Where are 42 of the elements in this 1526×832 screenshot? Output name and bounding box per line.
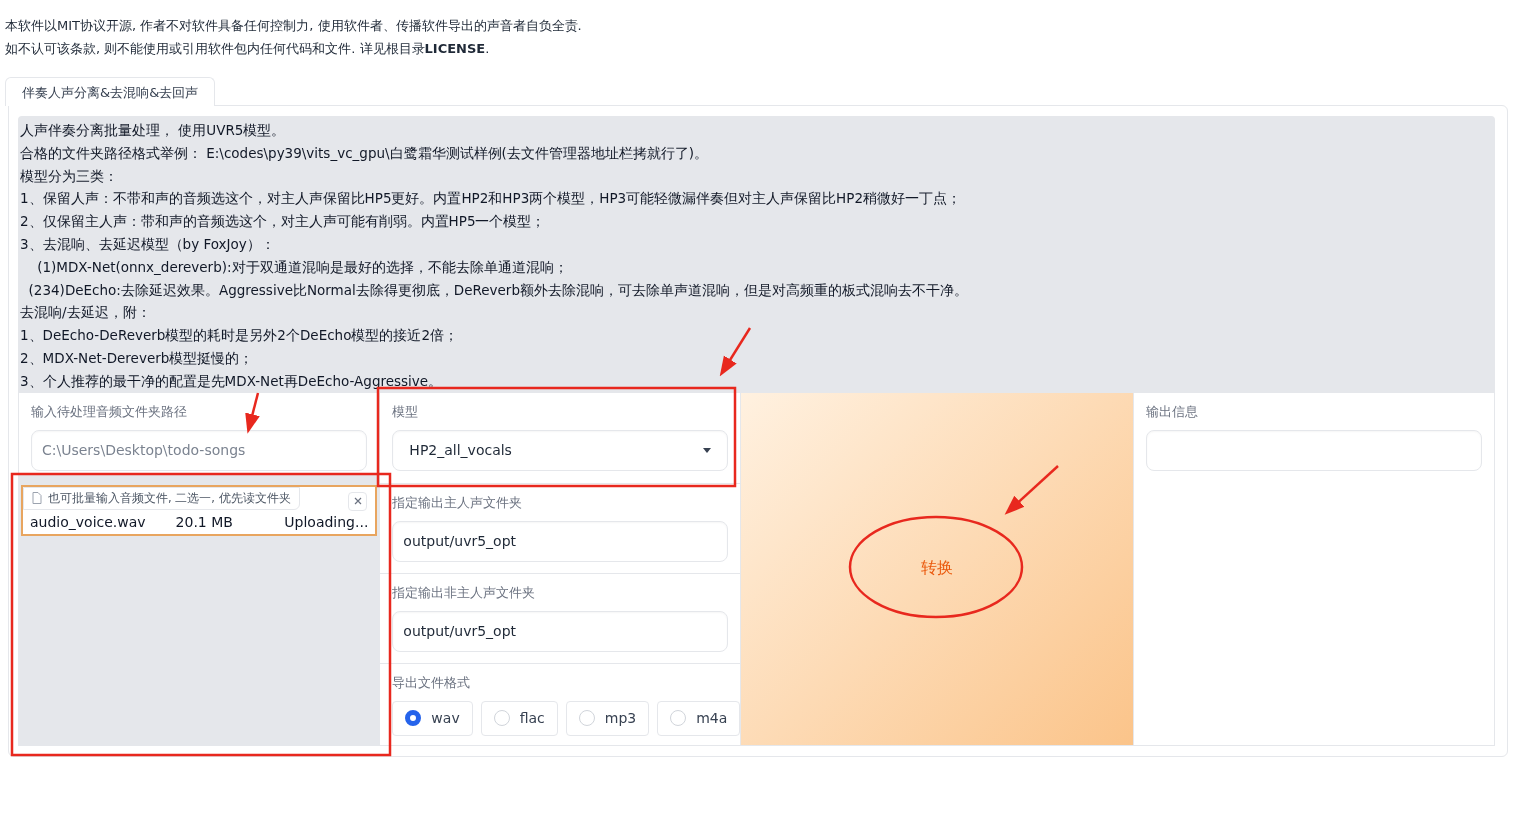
folder-path-field[interactable]: C:\Users\Desktop\todo-songs <box>31 429 368 471</box>
info-text: (1)MDX-Net(onnx_dereverb):对于双通道混响是最好的选择，不能去除单通道混响； <box>36 257 569 277</box>
annotation-arrow <box>719 327 752 377</box>
info-text: 3、去混响、去延迟模型（by FoxJoy）： <box>20 235 276 254</box>
upload-label-text: 也可批量输入音频文件, 二选一, 优先读文件夹 <box>48 490 291 506</box>
info-text: 2、MDX-Net-Dereverb模型挺慢的； <box>20 348 255 368</box>
field-label: 指定输出主人声文件夹 <box>392 493 524 512</box>
info-text: 1、保留人声：不带和声的音频选这个，对主人声保留比HP5更好。内置HP2和HP3两个模型，HP3可能轻微漏伴奏但对主人声保留比HP2稍微好一丁点； <box>20 189 962 209</box>
info-text: 1、DeEcho-DeReverb模型的耗时是另外2个DeEcho模型的接近2倍； <box>20 326 460 346</box>
format-option[interactable]: flac <box>480 700 558 736</box>
field-label: 输出信息 <box>1145 402 1199 421</box>
info-text: 合格的文件夹路径格式举例： E:\codes\py39\vits_vc_gpu\白鹭霜华测试样例(去文件管理器地址栏拷就行了)。 <box>20 143 710 163</box>
annotation-arrow <box>1004 465 1059 515</box>
file-size: 20.1 MB <box>175 513 233 530</box>
field-label: 输入待处理音频文件夹路径 <box>31 402 188 421</box>
text-field[interactable]: output/uvr5_opt <box>392 520 729 562</box>
file-upload-area[interactable]: 也可批量输入音频文件, 二选一, 优先读文件夹 audio_voice.wav 20.1 MB Uploading... <box>19 474 380 745</box>
info-text: 2、仅保留主人声：带和声的音频选这个，对主人声可能有削弱。内置HP5一个模型； <box>20 212 547 232</box>
model-dropdown[interactable]: HP2_all_vocals <box>392 429 729 471</box>
info-text: 人声伴奏分离批量处理， 使用UVR5模型。 <box>20 121 287 140</box>
file-icon <box>32 492 42 505</box>
close-icon <box>353 497 362 506</box>
file-name: audio_voice.wav <box>30 513 146 530</box>
caret-icon <box>703 447 712 453</box>
close-button[interactable] <box>348 491 368 511</box>
license-notice: 如不认可该条款, 则不能使用或引用软件包内任何代码和文件. 详见根目录LICENSE. <box>5 40 491 58</box>
field-label: 指定输出非主人声文件夹 <box>392 583 537 602</box>
annotation-arrow <box>245 392 260 434</box>
field-label: 模型 <box>392 402 420 421</box>
dropdown-value: HP2_all_vocals <box>409 442 512 459</box>
field-label: 导出文件格式 <box>392 673 472 692</box>
tab[interactable]: 伴奏人声分离&去混响&去回声 <box>5 77 216 106</box>
radio-icon[interactable] <box>405 710 422 727</box>
format-option[interactable]: mp3 <box>565 700 650 736</box>
info-text: 模型分为三类： <box>20 166 119 186</box>
upload-status: Uploading... <box>284 513 369 530</box>
info-text: (234)DeEcho:去除延迟效果。Aggressive比Normal去除得更彻底，DeReverb额外去除混响，可去除单声道混响，但是对高频重的板式混响去不干净。 <box>27 280 969 300</box>
format-option[interactable]: wav <box>392 700 473 736</box>
info-text: 去混响/去延迟，附： <box>20 303 152 323</box>
format-option[interactable]: m4a <box>657 700 741 736</box>
license-notice: 本软件以MIT协议开源, 作者不对软件具备任何控制力, 使用软件者、传播软件导出的声音者自负全责. <box>5 17 583 35</box>
text-field[interactable]: output/uvr5_opt <box>392 610 729 652</box>
